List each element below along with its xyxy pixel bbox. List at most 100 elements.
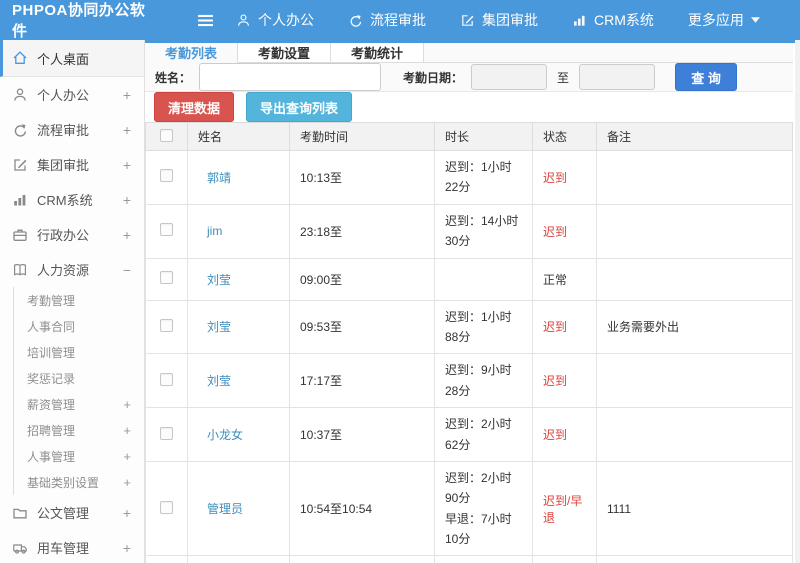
search-button[interactable]: 查 询 — [675, 63, 738, 91]
employee-name-link[interactable]: 刘莹 — [207, 320, 231, 334]
expand-icon[interactable]: + — [123, 423, 131, 438]
tab-attendance-statistics[interactable]: 考勤统计 — [331, 43, 425, 62]
edit-icon — [12, 157, 28, 173]
app-brand: PHPOA协同办公软件 — [12, 2, 146, 40]
date-to-input[interactable] — [579, 64, 656, 90]
expand-icon[interactable]: + — [123, 449, 131, 464]
note-cell — [596, 257, 793, 301]
sidebar-subitem-label: 奖惩记录 — [27, 371, 76, 386]
sidebar-subitem-recruitment-management[interactable]: 招聘管理 + — [14, 417, 144, 443]
nav-personal-office[interactable]: 个人办公 — [236, 10, 314, 30]
export-list-button[interactable]: 导出查询列表 — [246, 92, 353, 122]
attendance-date-label: 考勤日期： — [403, 70, 464, 85]
sidebar-item-label: 人力资源 — [37, 263, 90, 278]
name-input[interactable] — [199, 63, 382, 91]
sidebar: 个人桌面 个人办公 + 流程审批 + 集团审批 + CRM系统 + 行政办公 + — [0, 40, 145, 563]
column-header-status: 状态 — [532, 122, 597, 151]
nav-label: 更多应用 — [687, 12, 744, 28]
sidebar-subitem-salary-management[interactable]: 薪资管理 + — [14, 391, 144, 417]
expand-icon[interactable]: + — [123, 475, 131, 490]
select-all-checkbox[interactable] — [160, 128, 173, 142]
sidebar-item-document-management[interactable]: 公文管理 + — [0, 495, 144, 530]
nav-workflow-approval[interactable]: 流程审批 — [348, 10, 426, 30]
bar-chart-icon — [572, 13, 587, 28]
employee-name-link[interactable]: jim — [207, 224, 222, 238]
clean-data-button[interactable]: 清理数据 — [154, 92, 235, 122]
vertical-scrollbar[interactable] — [795, 40, 800, 563]
sidebar-item-group-approval[interactable]: 集团审批 + — [0, 147, 144, 182]
expand-icon[interactable]: + — [123, 192, 131, 208]
status-badge: 迟到 — [543, 224, 568, 239]
status-badge: 迟到 — [543, 428, 568, 443]
row-checkbox[interactable] — [160, 318, 173, 332]
sidebar-subitem-label: 薪资管理 — [27, 397, 76, 412]
nav-group-approval[interactable]: 集团审批 — [460, 10, 538, 30]
tab-bar: 考勤列表 考勤设置 考勤统计 — [145, 43, 793, 63]
sidebar-subitem-attendance-management[interactable]: 考勤管理 — [14, 287, 144, 313]
expand-icon[interactable]: + — [123, 540, 131, 556]
flow-icon — [348, 13, 363, 28]
note-cell — [596, 150, 793, 205]
expand-icon[interactable]: + — [123, 87, 131, 103]
filter-bar: 姓名： 考勤日期： 至 查 询 — [145, 63, 793, 92]
expand-icon[interactable]: + — [123, 397, 131, 412]
sidebar-item-admin-office[interactable]: 行政办公 + — [0, 217, 144, 252]
nav-crm-system[interactable]: CRM系统 — [572, 10, 654, 30]
row-checkbox[interactable] — [160, 426, 173, 440]
user-icon — [236, 13, 251, 28]
sidebar-item-personal-office[interactable]: 个人办公 + — [0, 77, 144, 112]
row-checkbox[interactable] — [160, 223, 173, 237]
employee-name-link[interactable]: 小龙女 — [207, 428, 243, 442]
sidebar-item-human-resources[interactable]: 人力资源 − — [0, 252, 144, 287]
sidebar-item-workflow-approval[interactable]: 流程审批 + — [0, 112, 144, 147]
expand-icon[interactable]: + — [123, 157, 131, 173]
employee-name-link[interactable]: 刘莹 — [207, 374, 231, 388]
sidebar-subitem-personnel-management[interactable]: 人事管理 + — [14, 443, 144, 469]
sidebar-toggle-button[interactable] — [192, 14, 218, 27]
sidebar-item-personal-desktop[interactable]: 个人桌面 — [0, 40, 144, 77]
tab-attendance-settings[interactable]: 考勤设置 — [238, 43, 332, 62]
collapse-icon[interactable]: − — [123, 262, 131, 278]
attendance-time: 09:53至 — [289, 299, 435, 355]
sidebar-subitem-label: 基础类别设置 — [27, 475, 100, 490]
attendance-time: 09:00至 — [289, 257, 435, 301]
attendance-time: 10:13至 — [289, 150, 435, 205]
sidebar-item-label: 用车管理 — [37, 541, 90, 556]
sidebar-item-label: 个人桌面 — [37, 51, 90, 67]
main-content: 考勤列表 考勤设置 考勤统计 姓名： 考勤日期： 至 查 询 清理数据 导出查询… — [145, 40, 800, 563]
table-row: 郭靖 10:13至 迟到：1小时22分 迟到 — [145, 150, 793, 205]
employee-name-link[interactable]: 管理员 — [207, 502, 243, 516]
employee-name-link[interactable]: 刘莹 — [207, 273, 231, 287]
expand-icon[interactable]: + — [123, 505, 131, 521]
hamburger-icon — [197, 14, 214, 27]
user-icon — [12, 87, 28, 103]
tab-attendance-list[interactable]: 考勤列表 — [145, 43, 239, 63]
sidebar-subitem-base-category-settings[interactable]: 基础类别设置 + — [14, 469, 144, 495]
early-leave-duration: 早退：7小时10分 — [445, 511, 512, 547]
row-checkbox[interactable] — [160, 169, 173, 183]
nav-more-apps[interactable]: 更多应用 — [688, 10, 760, 30]
late-duration: 迟到：14小时30分 — [445, 213, 519, 249]
sidebar-subitem-reward-punishment[interactable]: 奖惩记录 — [14, 365, 144, 391]
sidebar-subitem-hr-contract[interactable]: 人事合同 — [14, 313, 144, 339]
table-row: 刘莹 17:17至 迟到：9小时28分 迟到 — [145, 353, 793, 409]
sidebar-item-label: CRM系统 — [37, 193, 93, 208]
sidebar-item-vehicle-management[interactable]: 用车管理 + — [0, 530, 144, 563]
nav-label: CRM系统 — [594, 12, 654, 28]
row-checkbox[interactable] — [160, 372, 173, 386]
sidebar-item-label: 流程审批 — [37, 123, 90, 138]
sidebar-subitem-training-management[interactable]: 培训管理 — [14, 339, 144, 365]
car-icon — [12, 540, 28, 556]
sidebar-item-crm-system[interactable]: CRM系统 + — [0, 182, 144, 217]
date-from-input[interactable] — [471, 64, 548, 90]
book-icon — [12, 262, 28, 278]
employee-name-link[interactable]: 郭靖 — [207, 171, 231, 185]
row-checkbox[interactable] — [160, 271, 173, 285]
row-checkbox[interactable] — [160, 500, 173, 514]
table-row: 刘莹 09:53至 迟到：1小时88分 迟到 业务需要外出 — [145, 299, 793, 355]
expand-icon[interactable]: + — [123, 122, 131, 138]
table-row: jim 23:18至 迟到：14小时30分 迟到 — [145, 203, 793, 259]
expand-icon[interactable]: + — [123, 227, 131, 243]
late-duration: 迟到：2小时62分 — [445, 417, 512, 452]
name-label: 姓名： — [155, 70, 192, 85]
